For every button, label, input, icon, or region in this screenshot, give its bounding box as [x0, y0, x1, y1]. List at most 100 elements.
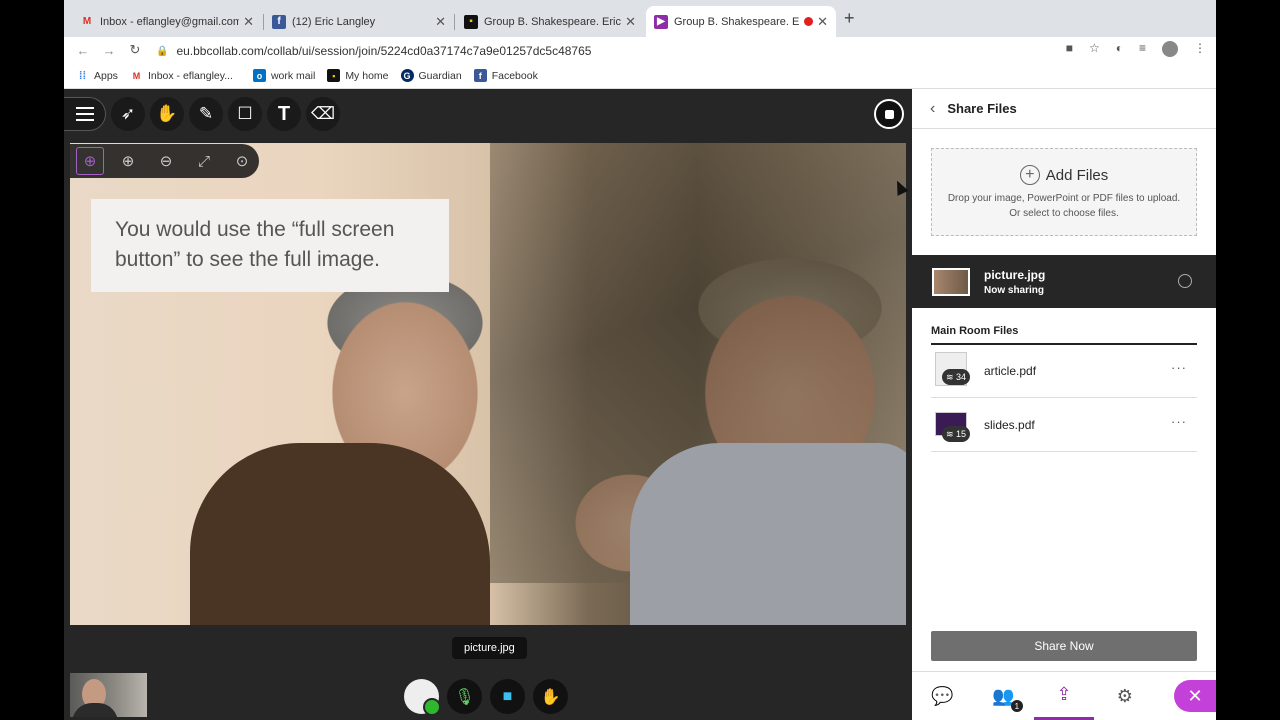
shape-tool-icon[interactable]: ☐ — [228, 97, 262, 131]
webcam-body — [72, 703, 118, 717]
panel-nav: 💬 👥 1 ⇪ ⚙ — [912, 671, 1216, 720]
now-sharing-filename: picture.jpg — [984, 267, 1046, 282]
apps-grid-icon: ⁞⁞ — [78, 69, 87, 82]
settings-gear-icon[interactable]: ⚙ — [1094, 672, 1155, 720]
menu-icon[interactable]: ⋮ — [1194, 41, 1206, 57]
collab-icon: ▪ — [464, 14, 478, 29]
now-sharing-item[interactable]: picture.jpg Now sharing — [912, 255, 1216, 308]
share-content-icon[interactable]: ⇪ — [1033, 672, 1095, 720]
pencil-tool-icon[interactable]: ✎ — [189, 97, 223, 131]
close-tab-icon[interactable]: ✕ — [817, 14, 828, 30]
session-menu-button[interactable] — [64, 97, 106, 131]
close-panel-button[interactable]: ✕ — [1174, 680, 1216, 712]
attendees-count: 1 — [1010, 700, 1023, 712]
close-tab-icon[interactable]: ✕ — [243, 14, 254, 30]
bookmark-label: My home — [345, 69, 389, 82]
tab-collab[interactable]: ▪ Group B. Shakespeare. Eric La ✕ — [456, 6, 644, 37]
zoom-mode-icon[interactable]: ⊕ — [76, 147, 104, 175]
my-status-avatar[interactable] — [404, 679, 441, 716]
page-count-badge: ≋ 34 — [942, 369, 971, 385]
tab-title: Group B. Shakespeare. Eric La — [484, 15, 622, 28]
bookmark-apps[interactable]: ⁞⁞ Apps — [76, 69, 118, 82]
browser-actions: ■ ☆ ◐ ≡ ⋮ — [1066, 41, 1206, 57]
home-icon: ▪ — [327, 69, 341, 82]
gmail-icon: M — [82, 16, 92, 27]
panel-header: ‹ Share Files — [912, 89, 1216, 129]
bookmark-work-mail[interactable]: o work mail — [252, 69, 316, 82]
close-tab-icon[interactable]: ✕ — [625, 14, 636, 30]
section-title: Main Room Files — [931, 325, 1197, 345]
bookmark-label: Apps — [94, 69, 118, 82]
back-chevron-icon[interactable]: ‹ — [930, 100, 935, 118]
camera-icon[interactable]: ■ — [490, 679, 525, 714]
camera-icon[interactable]: ■ — [1066, 41, 1073, 57]
pointer-tool-icon[interactable]: ➶ — [111, 97, 145, 131]
share-now-button[interactable]: Share Now — [931, 631, 1197, 661]
media-icon[interactable]: ≡ — [1139, 41, 1146, 57]
file-row[interactable]: ≋ 15 slides.pdf ··· — [931, 398, 1197, 452]
zoom-in-icon[interactable]: ⊕ — [114, 147, 142, 175]
guardian-icon: G — [400, 69, 414, 82]
forward-icon[interactable]: → — [96, 43, 122, 58]
more-options-icon[interactable]: ··· — [1171, 414, 1187, 429]
tab-title: Inbox - eflangley@gmail.com - — [100, 15, 240, 28]
annotation-toolbar: ➶ ✋ ✎ ☐ T ⌫ — [64, 97, 340, 131]
lock-icon: 🔒 — [156, 45, 169, 57]
collab-active-icon: ▶ — [654, 14, 668, 29]
file-thumbnail — [932, 267, 970, 296]
bookmark-label: Guardian — [418, 69, 462, 82]
tab-gmail[interactable]: M Inbox - eflangley@gmail.com - ✕ — [72, 6, 262, 37]
microphone-icon[interactable]: 🎙 — [447, 679, 482, 714]
overlay-caption: You would use the “full screen button” t… — [91, 199, 449, 292]
page-count-badge: ≋ 15 — [942, 426, 971, 442]
panel-title: Share Files — [947, 101, 1017, 116]
raise-hand-icon[interactable]: ✋ — [533, 679, 568, 714]
attendees-icon[interactable]: 👥 1 — [973, 672, 1034, 720]
star-icon[interactable]: ☆ — [1089, 41, 1100, 57]
bookmark-label: Inbox - eflangley... — [147, 69, 233, 82]
bookmark-label: Facebook — [491, 69, 538, 82]
url-text: eu.bbcollab.com/collab/ui/session/join/5… — [176, 44, 592, 58]
view-icon[interactable] — [1178, 274, 1192, 288]
zoom-toolbar: ⊕ ⊕ ⊖ ⤢ ⊙ — [70, 144, 259, 178]
eraser-tool-icon[interactable]: ⌫ — [306, 97, 340, 131]
text-tool-icon[interactable]: T — [267, 97, 301, 131]
facebook-icon: f — [272, 14, 286, 29]
tab-strip: M Inbox - eflangley@gmail.com - ✕ f (12)… — [64, 0, 1216, 37]
person-right — [630, 443, 906, 625]
more-options-icon[interactable]: ··· — [1171, 360, 1187, 375]
new-tab-icon[interactable]: + — [844, 8, 855, 29]
file-row[interactable]: ≋ 34 article.pdf ··· — [931, 344, 1197, 398]
hand-tool-icon[interactable]: ✋ — [150, 97, 184, 131]
media-controls: 🎙 ■ ✋ — [404, 679, 568, 716]
bookmark-guardian[interactable]: G Guardian — [400, 69, 462, 82]
profile-avatar[interactable] — [1162, 41, 1178, 57]
back-icon[interactable]: ← — [70, 43, 96, 58]
shared-image: You would use the “full screen button” t… — [70, 143, 906, 625]
navigation-bar: ← → ↻ 🔒 eu.bbcollab.com/collab/ui/sessio… — [64, 37, 1216, 63]
self-video-preview[interactable] — [70, 673, 147, 717]
close-tab-icon[interactable]: ✕ — [435, 14, 446, 30]
collaborate-stage: ➶ ✋ ✎ ☐ T ⌫ You would use the “full scre… — [64, 89, 912, 720]
file-drop-zone[interactable]: + Add Files Drop your image, PowerPoint … — [931, 148, 1197, 236]
bookmark-facebook[interactable]: f Facebook — [473, 69, 538, 82]
bookmark-label: work mail — [270, 69, 316, 82]
gmail-icon: M — [132, 70, 141, 81]
stop-sharing-button[interactable] — [874, 99, 904, 129]
tab-facebook[interactable]: f (12) Eric Langley ✕ — [264, 6, 454, 37]
fit-screen-icon[interactable]: ⤢ — [190, 147, 218, 175]
reload-icon[interactable]: ↻ — [122, 42, 148, 58]
chat-icon[interactable]: 💬 — [912, 672, 973, 720]
actual-size-icon[interactable]: ⊙ — [228, 147, 256, 175]
address-bar[interactable]: 🔒 eu.bbcollab.com/collab/ui/session/join… — [156, 40, 1092, 62]
file-name: article.pdf — [984, 364, 1037, 378]
select-hint: Or select to choose files. — [1009, 208, 1119, 219]
drop-hint: Drop your image, PowerPoint or PDF files… — [947, 193, 1181, 204]
bookmarks-bar: ⁞⁞ Apps M Inbox - eflangley... o work ma… — [64, 63, 1216, 89]
extension-icon[interactable]: ◐ — [1116, 41, 1123, 57]
add-files-button[interactable]: + Add Files — [932, 165, 1196, 185]
bookmark-my-home[interactable]: ▪ My home — [327, 69, 389, 82]
bookmark-inbox[interactable]: M Inbox - eflangley... — [130, 69, 233, 82]
tab-collab-active[interactable]: ▶ Group B. Shakespeare. Eric ✕ — [646, 6, 836, 37]
zoom-out-icon[interactable]: ⊖ — [152, 147, 180, 175]
